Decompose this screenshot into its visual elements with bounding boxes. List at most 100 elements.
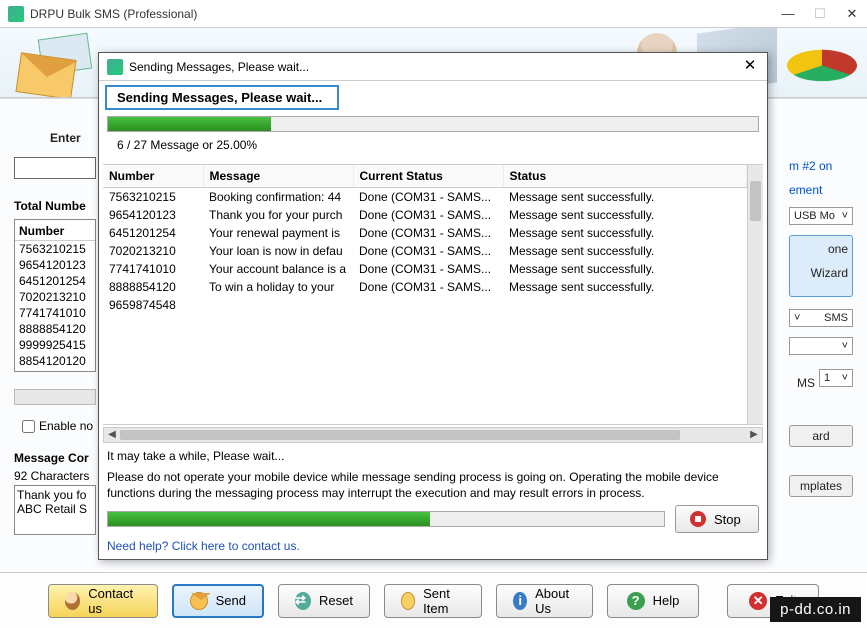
overall-progress-bar — [107, 116, 759, 132]
wizard-button[interactable]: ard — [789, 425, 853, 447]
number-list-scrollbar[interactable] — [14, 389, 96, 405]
col-message[interactable]: Message — [203, 165, 353, 188]
exit-icon: ✕ — [749, 592, 767, 610]
contact-label: Contact us — [88, 586, 141, 616]
count-select[interactable]: 1˅ — [819, 369, 853, 387]
col-current-status[interactable]: Current Status — [353, 165, 503, 188]
about-label: About Us — [535, 586, 576, 616]
table-cell: Done (COM31 - SAMS... — [353, 206, 503, 224]
table-cell: Your renewal payment is — [203, 224, 353, 242]
dialog-close-button[interactable]: ✕ — [741, 58, 759, 76]
table-cell: 7020213210 — [103, 242, 203, 260]
table-cell: Message sent successfully. — [503, 224, 747, 242]
help-button[interactable]: ? Help — [607, 584, 699, 618]
stop-icon — [690, 511, 706, 527]
table-row[interactable]: 7563210215Booking confirmation: 44Done (… — [103, 188, 747, 207]
table-row[interactable]: 6451201254Your renewal payment isDone (C… — [103, 224, 747, 242]
table-cell: Done (COM31 - SAMS... — [353, 242, 503, 260]
scroll-right-icon[interactable]: ▶ — [746, 428, 762, 442]
window-controls: — ☐ ✕ — [781, 7, 859, 21]
window-title: DRPU Bulk SMS (Professional) — [30, 7, 781, 21]
enable-checkbox-row[interactable]: Enable no — [22, 419, 93, 433]
enter-input[interactable] — [14, 157, 96, 179]
window-titlebar: DRPU Bulk SMS (Professional) — ☐ ✕ — [0, 0, 867, 28]
table-cell: 7741741010 — [103, 260, 203, 278]
table-cell: Done (COM31 - SAMS... — [353, 260, 503, 278]
table-row[interactable]: 8888854120To win a holiday to yourDone (… — [103, 278, 747, 296]
table-cell: Message sent successfully. — [503, 188, 747, 207]
pie-chart-icon — [787, 38, 857, 93]
message-textarea[interactable]: Thank you fo ABC Retail S — [14, 485, 96, 535]
stop-button[interactable]: Stop — [675, 505, 759, 533]
current-progress-bar — [107, 511, 665, 527]
number-list-item[interactable]: 9654120123 — [15, 257, 95, 273]
number-list-item[interactable]: 7741741010 — [15, 305, 95, 321]
number-list-item[interactable]: 7563210215 — [15, 241, 95, 257]
col-number[interactable]: Number — [103, 165, 203, 188]
send-label: Send — [216, 593, 246, 608]
table-cell: 7563210215 — [103, 188, 203, 207]
select-2[interactable]: ˅ — [789, 337, 853, 355]
table-cell: 8888854120 — [103, 278, 203, 296]
number-list-item[interactable]: 8888854120 — [15, 321, 95, 337]
watermark: p-dd.co.in — [770, 597, 861, 622]
folder-icon — [401, 592, 415, 610]
send-button[interactable]: Send — [172, 584, 264, 618]
table-row[interactable]: 9654120123Thank you for your purchDone (… — [103, 206, 747, 224]
table-cell: Message sent successfully. — [503, 260, 747, 278]
dialog-title: Sending Messages, Please wait... — [129, 60, 741, 74]
sending-messages-dialog: Sending Messages, Please wait... ✕ Sendi… — [98, 52, 768, 560]
dialog-subtitle: Sending Messages, Please wait... — [105, 85, 339, 110]
number-list: Number 756321021596541201236451201254702… — [14, 219, 96, 372]
about-us-button[interactable]: i About Us — [496, 584, 593, 618]
wait-text: It may take a while, Please wait... — [107, 449, 759, 463]
table-row[interactable]: 9659874548 — [103, 296, 747, 314]
table-cell — [353, 296, 503, 314]
dialog-icon — [107, 59, 123, 75]
number-list-item[interactable]: 7020213210 — [15, 289, 95, 305]
person-icon — [65, 592, 80, 610]
progress-text: 6 / 27 Message or 25.00% — [105, 134, 761, 156]
right-link-2[interactable]: m #2 on — [789, 159, 853, 173]
envelope-icon — [15, 52, 76, 98]
table-horizontal-scrollbar[interactable]: ◀ ▶ — [103, 427, 763, 443]
sent-label: Sent Item — [423, 586, 465, 616]
contact-us-button[interactable]: Contact us — [48, 584, 158, 618]
dialog-header: Sending Messages, Please wait... 6 / 27 … — [99, 81, 767, 162]
app-icon — [8, 6, 24, 22]
enable-label: Enable no — [39, 419, 93, 433]
message-status-table: Number Message Current Status Status 756… — [103, 165, 747, 424]
col-status[interactable]: Status — [503, 165, 747, 188]
table-vertical-scrollbar[interactable] — [747, 165, 763, 424]
number-list-item[interactable]: 8854120120 — [15, 353, 95, 369]
number-list-item[interactable]: 6451201254 — [15, 273, 95, 289]
table-cell — [203, 296, 353, 314]
table-cell: 6451201254 — [103, 224, 203, 242]
scroll-left-icon[interactable]: ◀ — [104, 428, 120, 442]
close-button[interactable]: ✕ — [845, 7, 859, 21]
sms-select[interactable]: ˅SMS — [789, 309, 853, 327]
reset-button[interactable]: ⇄ Reset — [278, 584, 370, 618]
envelope-icon — [190, 592, 208, 610]
number-list-item[interactable]: 9999925415 — [15, 337, 95, 353]
help-label: Help — [653, 593, 680, 608]
table-row[interactable]: 7741741010Your account balance is aDone … — [103, 260, 747, 278]
maximize-button[interactable]: ☐ — [813, 7, 827, 21]
templates-button[interactable]: mplates — [789, 475, 853, 497]
dialog-titlebar: Sending Messages, Please wait... ✕ — [99, 53, 767, 81]
total-number-label: Total Numbe — [14, 199, 86, 213]
table-cell: Done (COM31 - SAMS... — [353, 188, 503, 207]
phone-wizard-box[interactable]: one Wizard — [789, 235, 853, 297]
device-select[interactable]: USB Mo˅ — [789, 207, 853, 225]
enable-checkbox[interactable] — [22, 420, 35, 433]
need-help-link[interactable]: Need help? Click here to contact us. — [107, 539, 759, 553]
reset-label: Reset — [319, 593, 353, 608]
table-cell: 9659874548 — [103, 296, 203, 314]
message-composition-label: Message Cor — [14, 451, 89, 465]
table-row[interactable]: 7020213210Your loan is now in defauDone … — [103, 242, 747, 260]
right-panel-partial: m #2 on ement USB Mo˅ one Wizard ˅SMS ˅ … — [789, 159, 853, 507]
right-link-mgmt[interactable]: ement — [789, 183, 853, 197]
table-cell: Your account balance is a — [203, 260, 353, 278]
minimize-button[interactable]: — — [781, 7, 795, 21]
sent-item-button[interactable]: Sent Item — [384, 584, 482, 618]
